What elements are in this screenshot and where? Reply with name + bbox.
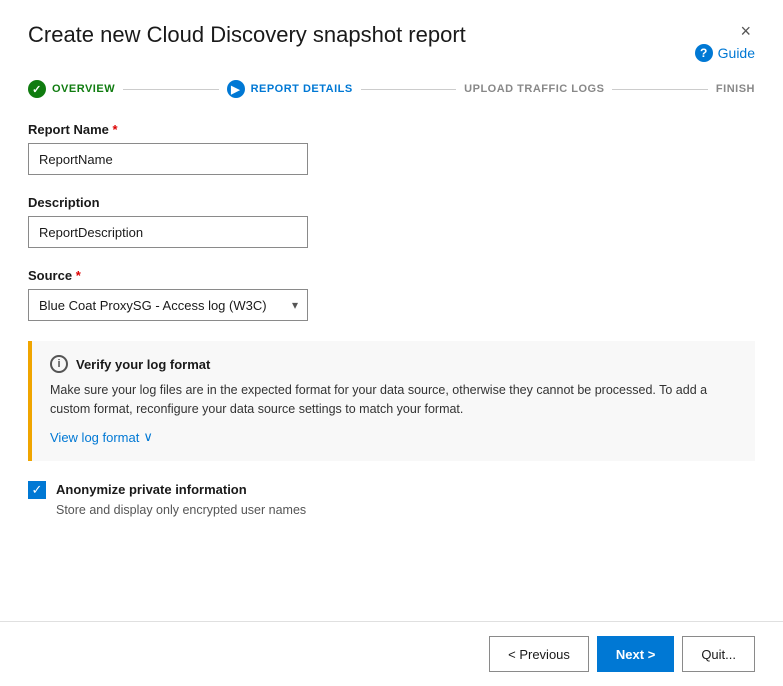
info-icon: i: [50, 355, 68, 373]
anonymize-checkbox[interactable]: ✓: [28, 481, 46, 499]
step-overview-icon: ✓: [28, 80, 46, 98]
source-select[interactable]: Blue Coat ProxySG - Access log (W3C) Oth…: [28, 289, 308, 321]
step-connector-2: [361, 89, 456, 90]
step-overview: ✓ OVERVIEW: [28, 80, 115, 98]
step-finish-label: FINISH: [716, 83, 755, 95]
close-button[interactable]: ×: [736, 22, 755, 40]
anonymize-section: ✓ Anonymize private information Store an…: [28, 481, 755, 517]
step-report-details: ▶ REPORT DETAILS: [227, 80, 353, 98]
step-details-icon: ▶: [227, 80, 245, 98]
checkmark-icon: ✓: [32, 483, 43, 496]
description-group: Description: [28, 195, 755, 248]
info-box-title: Verify your log format: [76, 357, 210, 372]
dialog-header: Create new Cloud Discovery snapshot repo…: [0, 0, 783, 62]
step-connector-3: [612, 89, 707, 90]
dialog: Create new Cloud Discovery snapshot repo…: [0, 0, 783, 686]
anonymize-row: ✓ Anonymize private information: [28, 481, 755, 499]
info-box: i Verify your log format Make sure your …: [28, 341, 755, 461]
step-upload-label: UPLOAD TRAFFIC LOGS: [464, 83, 604, 95]
guide-label: Guide: [718, 45, 755, 61]
description-input[interactable]: [28, 216, 308, 248]
step-details-label: REPORT DETAILS: [251, 83, 353, 95]
step-finish: FINISH: [716, 83, 755, 95]
source-required: *: [76, 268, 81, 283]
steps-bar: ✓ OVERVIEW ▶ REPORT DETAILS UPLOAD TRAFF…: [0, 62, 783, 98]
description-label: Description: [28, 195, 755, 210]
source-group: Source * Blue Coat ProxySG - Access log …: [28, 268, 755, 321]
content-area: Report Name * Description Source * Blue …: [0, 98, 783, 621]
anonymize-description: Store and display only encrypted user na…: [56, 503, 755, 517]
guide-link[interactable]: ? Guide: [695, 44, 755, 62]
report-name-input[interactable]: [28, 143, 308, 175]
dialog-title: Create new Cloud Discovery snapshot repo…: [28, 22, 466, 48]
view-log-label: View log format: [50, 430, 139, 445]
step-connector-1: [123, 89, 218, 90]
step-upload: UPLOAD TRAFFIC LOGS: [464, 83, 604, 95]
info-box-header: i Verify your log format: [50, 355, 737, 373]
source-select-wrapper: Blue Coat ProxySG - Access log (W3C) Oth…: [28, 289, 308, 321]
report-name-required: *: [113, 122, 118, 137]
view-log-format-link[interactable]: View log format ∨: [50, 429, 153, 445]
next-button[interactable]: Next >: [597, 636, 674, 672]
info-box-body: Make sure your log files are in the expe…: [50, 381, 737, 419]
guide-icon: ?: [695, 44, 713, 62]
step-overview-label: OVERVIEW: [52, 83, 115, 95]
view-log-chevron-icon: ∨: [143, 429, 153, 445]
top-right-area: × ? Guide: [695, 22, 755, 62]
source-label: Source *: [28, 268, 755, 283]
anonymize-label: Anonymize private information: [56, 482, 247, 497]
quit-button[interactable]: Quit...: [682, 636, 755, 672]
dialog-footer: < Previous Next > Quit...: [0, 621, 783, 686]
previous-button[interactable]: < Previous: [489, 636, 589, 672]
report-name-label: Report Name *: [28, 122, 755, 137]
report-name-group: Report Name *: [28, 122, 755, 175]
